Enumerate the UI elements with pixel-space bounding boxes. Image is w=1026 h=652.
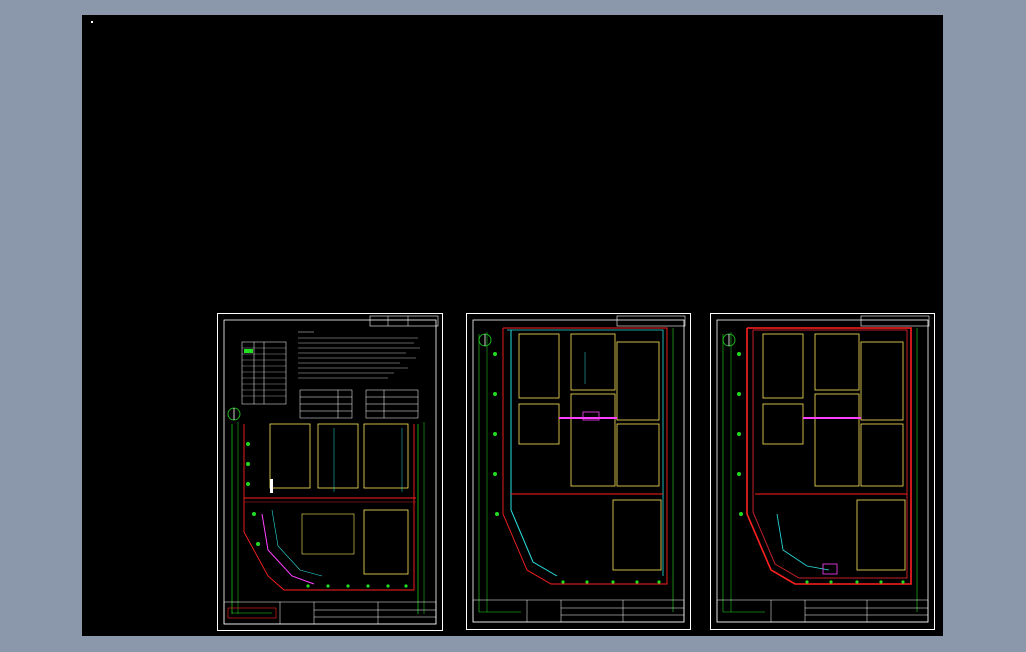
drawing-sheet-utility-plan-b[interactable] <box>710 313 935 630</box>
sheet-3-graphics <box>716 315 930 623</box>
north-arrow-icon <box>722 333 736 347</box>
site-plan-1 <box>231 422 425 614</box>
north-arrow-icon <box>227 407 241 421</box>
drawing-sheet-notes-and-site-plan[interactable] <box>217 313 443 631</box>
north-arrow-icon <box>478 333 492 347</box>
cursor-point-marker <box>91 21 93 23</box>
drawing-sheet-utility-plan-a[interactable] <box>466 313 691 630</box>
cad-model-space-viewport[interactable] <box>82 15 943 636</box>
sheet-2-graphics <box>472 315 686 623</box>
sheet-1-graphics <box>223 315 439 625</box>
